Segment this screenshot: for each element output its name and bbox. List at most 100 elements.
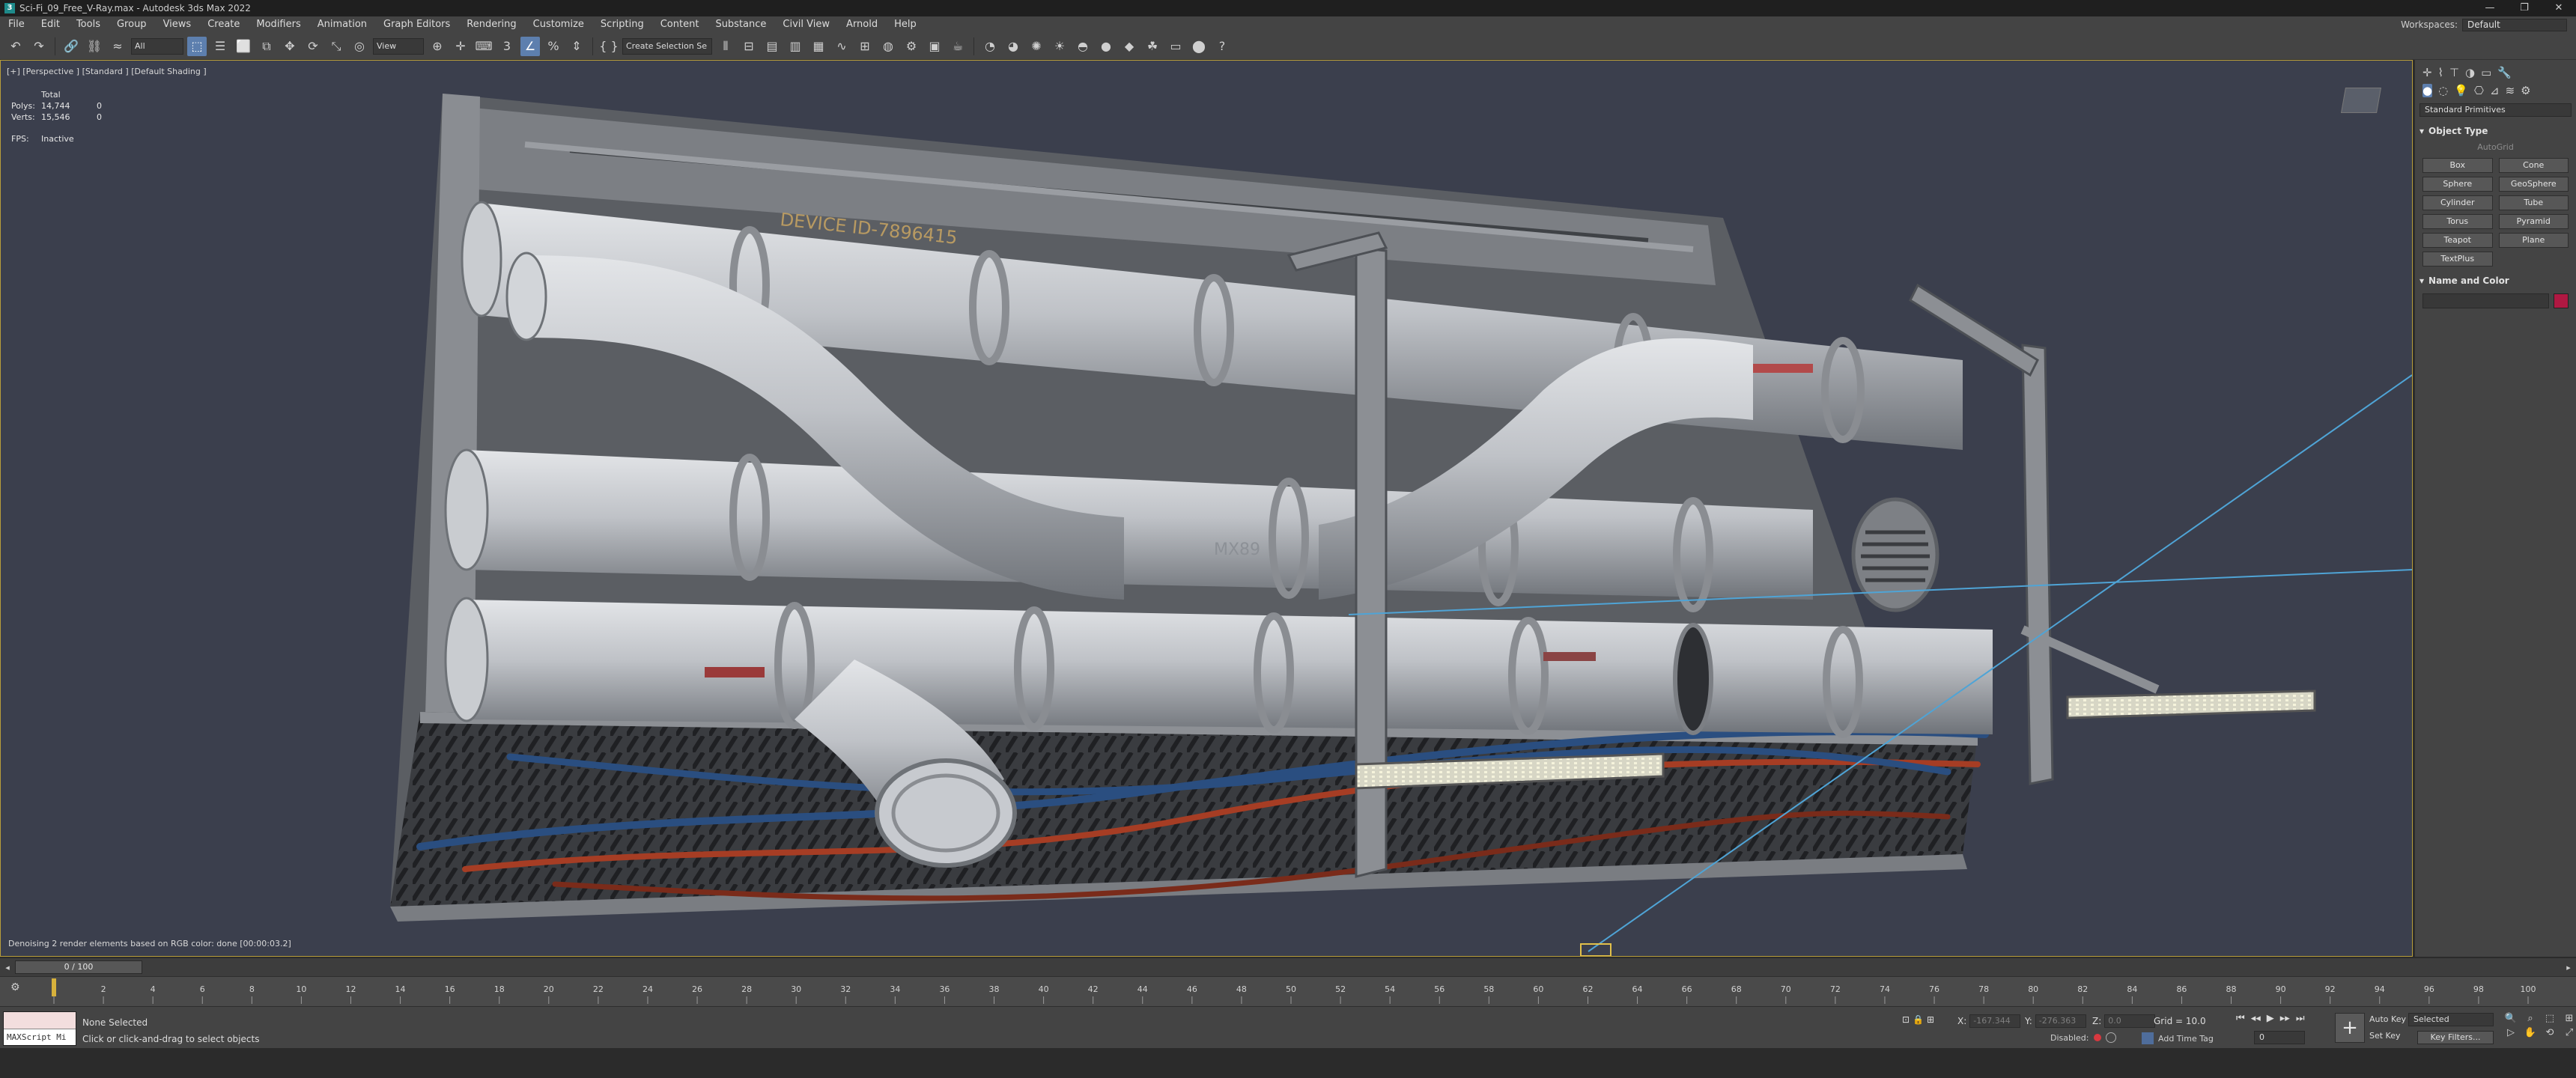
z-coordinate-field[interactable]: 0.0 [2104, 1014, 2156, 1028]
selection-filter-dropdown[interactable]: All [131, 37, 183, 55]
angle-snap-icon[interactable]: ∠ [520, 36, 540, 56]
maximize-viewport-icon[interactable]: ⤢ [2561, 1027, 2576, 1038]
menu-help[interactable]: Help [886, 16, 925, 33]
rendered-frame-window-icon[interactable]: ▣ [925, 37, 944, 56]
workspace-dropdown[interactable]: Default [2462, 18, 2567, 31]
absolute-mode-icon[interactable]: ⊞ [1927, 1014, 1934, 1025]
record-indicator-icon[interactable] [2093, 1034, 2101, 1041]
vray-plane-icon[interactable]: ▭ [1166, 37, 1185, 56]
object-color-swatch[interactable] [2554, 293, 2569, 308]
teapot-button[interactable]: Teapot [2422, 233, 2493, 248]
vray-material-icon[interactable]: ⬤ [1189, 37, 1209, 56]
autogrid-checkbox[interactable]: AutoGrid [2419, 142, 2572, 152]
minimize-button[interactable]: — [2473, 0, 2507, 16]
display-tab-icon[interactable]: ▭ [2481, 66, 2491, 79]
modify-tab-icon[interactable]: ⌇ [2438, 66, 2443, 79]
object-type-header[interactable]: ▾ Object Type [2419, 124, 2572, 138]
perspective-viewport[interactable]: MX89 DEVICE ID-7896415 [+] [Perspective … [0, 60, 2413, 957]
render-production-icon[interactable]: ☕ [948, 37, 967, 56]
time-slider[interactable]: ◂ 0 / 100 ▸ [0, 958, 2576, 976]
bind-space-warp-icon[interactable]: ≈ [108, 37, 127, 56]
menu-file[interactable]: File [0, 16, 33, 33]
torus-button[interactable]: Torus [2422, 214, 2493, 229]
sphere-button[interactable]: Sphere [2422, 177, 2493, 192]
object-name-field[interactable] [2422, 293, 2549, 308]
key-set-dropdown[interactable]: Selected [2408, 1013, 2494, 1026]
x-coordinate-field[interactable]: -167.344 [1969, 1014, 2021, 1028]
create-tab-icon[interactable]: ✛ [2422, 66, 2432, 79]
menu-graph-editors[interactable]: Graph Editors [375, 16, 458, 33]
pivot-center-icon[interactable]: ⊕ [428, 37, 447, 56]
go-to-start-icon[interactable]: ⏮ [2236, 1013, 2245, 1024]
menu-customize[interactable]: Customize [525, 16, 592, 33]
orbit-icon[interactable]: ⟲ [2542, 1027, 2558, 1038]
pyramid-button[interactable]: Pyramid [2498, 214, 2569, 229]
vray-dome-icon[interactable]: ◓ [1073, 37, 1093, 56]
hierarchy-tab-icon[interactable]: ⊤ [2449, 66, 2459, 79]
spinner-snap-icon[interactable]: ⇕ [567, 37, 586, 56]
systems-icon[interactable]: ⚙ [2521, 84, 2530, 97]
close-button[interactable]: ✕ [2542, 0, 2576, 16]
select-scale-icon[interactable]: ⤡ [326, 37, 346, 56]
undo-icon[interactable]: ↶ [6, 37, 25, 56]
menu-tools[interactable]: Tools [68, 16, 109, 33]
play-icon[interactable]: ▶ [2267, 1013, 2274, 1024]
utilities-tab-icon[interactable]: 🔧 [2497, 66, 2512, 79]
field-of-view-icon[interactable]: ▷ [2503, 1027, 2519, 1038]
vray-frame-buffer-icon[interactable]: ◕ [1003, 37, 1023, 56]
selection-lock-icon[interactable]: 🔒 [1913, 1014, 1924, 1025]
add-time-tag[interactable]: Add Time Tag [2142, 1032, 2214, 1044]
menu-rendering[interactable]: Rendering [458, 16, 524, 33]
link-icon[interactable]: 🔗 [61, 37, 81, 56]
menu-group[interactable]: Group [109, 16, 155, 33]
geometry-icon[interactable]: ● [2422, 84, 2433, 97]
geosphere-button[interactable]: GeoSphere [2498, 177, 2569, 192]
toggle-ribbon-icon[interactable]: ▦ [809, 37, 828, 56]
helpers-icon[interactable]: ⊿ [2490, 84, 2500, 97]
reference-coordinate-dropdown[interactable]: View [373, 37, 424, 55]
curve-editor-icon[interactable]: ∿ [832, 37, 851, 56]
menu-edit[interactable]: Edit [33, 16, 68, 33]
previous-frame-icon[interactable]: ◂◂ [2251, 1013, 2261, 1024]
vray-light-icon[interactable]: ✺ [1027, 37, 1046, 56]
prev-frame-arrow-icon[interactable]: ◂ [0, 963, 15, 972]
viewport-label-menu[interactable]: [+] [Perspective ] [Standard ] [Default … [7, 67, 207, 76]
toggle-scene-explorer-icon[interactable]: ▤ [762, 37, 782, 56]
time-slider-thumb[interactable]: 0 / 100 [15, 960, 142, 974]
textplus-button[interactable]: TextPlus [2422, 252, 2493, 267]
render-setup-icon[interactable]: ⚙ [902, 37, 921, 56]
restore-button[interactable]: ❐ [2507, 0, 2542, 16]
menu-substance[interactable]: Substance [707, 16, 774, 33]
zoom-extents-icon[interactable]: ⬚ [2542, 1013, 2558, 1024]
maxscript-input[interactable]: MAXScript Mi [4, 1029, 76, 1045]
toggle-layer-explorer-icon[interactable]: ▥ [786, 37, 805, 56]
window-crossing-icon[interactable]: ⧉ [257, 37, 276, 56]
menu-civil-view[interactable]: Civil View [774, 16, 838, 33]
select-move-icon[interactable]: ✥ [280, 37, 300, 56]
vray-sun-icon[interactable]: ☀ [1050, 37, 1069, 56]
primitive-category-dropdown[interactable]: Standard Primitives [2419, 103, 2572, 117]
time-config-icon[interactable] [2105, 1032, 2116, 1043]
space-warps-icon[interactable]: ≋ [2506, 84, 2515, 97]
select-by-name-icon[interactable]: ☰ [210, 37, 230, 56]
track-bar-settings-icon[interactable]: ⚙ [10, 981, 20, 993]
menu-content[interactable]: Content [652, 16, 708, 33]
name-and-color-header[interactable]: ▾ Name and Color [2419, 274, 2572, 287]
menu-arnold[interactable]: Arnold [838, 16, 886, 33]
go-to-end-icon[interactable]: ⏭ [2296, 1013, 2305, 1024]
menu-scripting[interactable]: Scripting [592, 16, 652, 33]
isolate-icon[interactable]: ⊡ [1902, 1014, 1910, 1025]
keyboard-shortcut-icon[interactable]: ⌨ [474, 37, 493, 56]
track-bar[interactable]: 0246810121416182022242628303234363840424… [0, 976, 2576, 1006]
align-icon[interactable]: ⊟ [739, 37, 759, 56]
vray-proxy-icon[interactable]: ◆ [1120, 37, 1139, 56]
zoom-all-icon[interactable]: ⌕ [2522, 1013, 2539, 1024]
key-filters-button[interactable]: Key Filters... [2417, 1031, 2494, 1044]
named-selection-dropdown[interactable]: Create Selection Se [622, 37, 712, 55]
unlink-icon[interactable]: ⛓ [85, 37, 104, 56]
schematic-view-icon[interactable]: ⊞ [855, 37, 875, 56]
cameras-icon[interactable]: ⎔ [2474, 84, 2484, 97]
vray-render-icon[interactable]: ◔ [980, 37, 1000, 56]
region-select-icon[interactable]: ⬜ [234, 37, 253, 56]
lights-icon[interactable]: 💡 [2454, 84, 2468, 97]
